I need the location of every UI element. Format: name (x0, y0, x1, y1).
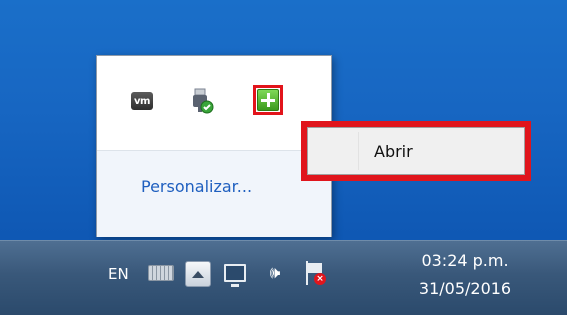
show-hidden-icons-button[interactable] (185, 261, 211, 287)
error-badge-icon: × (314, 273, 326, 285)
system-clock[interactable]: 03:24 p.m. 31/05/2016 (400, 247, 530, 303)
language-indicator[interactable]: EN (108, 265, 129, 283)
notification-overflow-flyout: vm Personalizar... (96, 55, 332, 237)
action-center-flag-icon[interactable]: × (300, 257, 330, 289)
network-glyph (224, 264, 246, 287)
usb-device-icon[interactable] (189, 88, 215, 114)
clock-date: 31/05/2016 (418, 279, 512, 298)
menu-item-label: Abrir (374, 142, 413, 161)
network-icon[interactable] (222, 259, 248, 287)
taskbar: EN 🕪 × 03:24 p.m. 31/05/2016 (0, 240, 567, 315)
green-app-glyph (257, 89, 279, 111)
vmware-glyph: vm (131, 92, 153, 110)
context-menu-highlighted: Abrir (301, 121, 531, 181)
chevron-up-icon (192, 270, 204, 278)
hidden-icons-area: vm (97, 56, 331, 150)
usb-plug-with-check-icon (193, 88, 214, 114)
customize-link[interactable]: Personalizar... (141, 177, 252, 196)
menu-item-abrir[interactable]: Abrir (308, 128, 524, 174)
keyboard-icon[interactable] (146, 261, 176, 285)
keyboard-glyph (148, 265, 174, 281)
clock-time: 03:24 p.m. (421, 251, 509, 270)
flag-glyph: × (304, 261, 326, 285)
volume-icon[interactable]: 🕪 (260, 259, 290, 287)
flyout-footer: Personalizar... (97, 150, 331, 237)
green-shield-app-icon[interactable] (253, 85, 283, 115)
vmware-icon[interactable]: vm (129, 88, 155, 114)
context-menu: Abrir (307, 127, 525, 175)
speaker-glyph: 🕪 (269, 263, 281, 283)
